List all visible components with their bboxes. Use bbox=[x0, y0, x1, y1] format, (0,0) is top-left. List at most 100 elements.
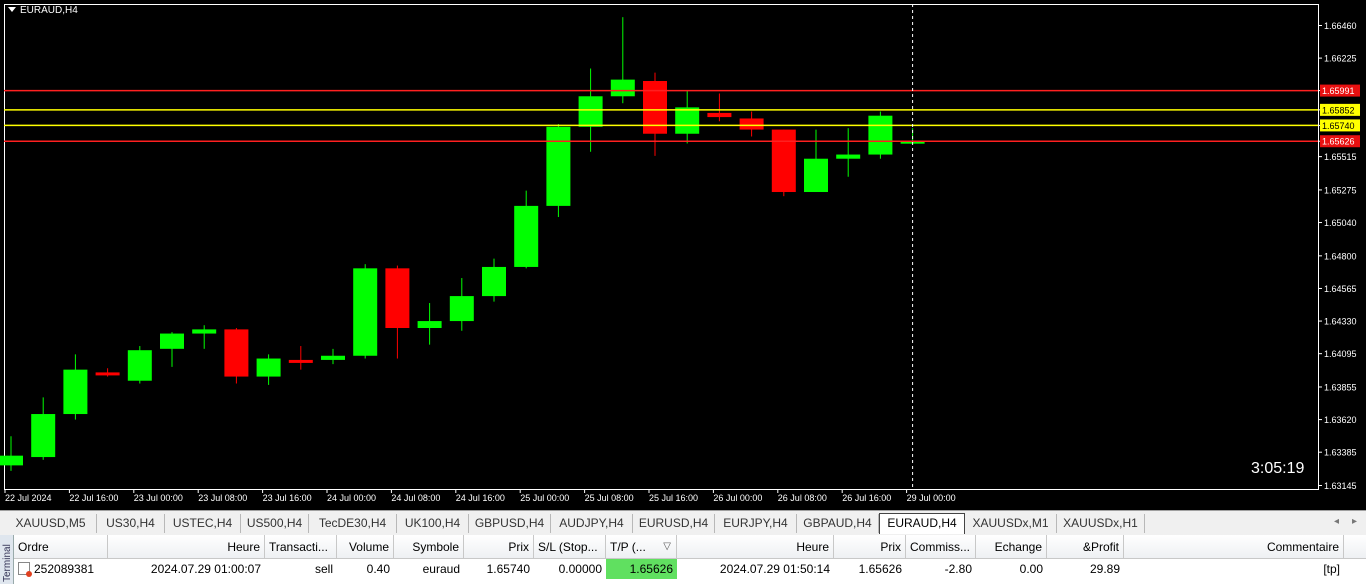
cell-commission: -2.80 bbox=[906, 559, 976, 579]
candle-bear bbox=[739, 118, 764, 130]
price-level-label: 1.65626 bbox=[1322, 137, 1355, 147]
x-tick-label: 26 Jul 00:00 bbox=[713, 493, 762, 503]
col-header-filler bbox=[1344, 535, 1366, 559]
y-tick-label: 1.64800 bbox=[1324, 251, 1357, 261]
x-tick-label: 23 Jul 08:00 bbox=[198, 493, 247, 503]
chart-tabs-bar: XAUUSD,M5 US30,H4 USTEC,H4 US500,H4 TecDE30,… bbox=[0, 510, 1366, 535]
col-header-heure[interactable]: Heure bbox=[108, 535, 265, 559]
cell-profit: 29.89 bbox=[1047, 559, 1124, 579]
candle-bull bbox=[546, 126, 571, 206]
x-tick-label: 29 Jul 00:00 bbox=[907, 493, 956, 503]
tab-eurjpy-h4[interactable]: EURJPY,H4 bbox=[715, 514, 797, 533]
candle-bull bbox=[192, 329, 217, 334]
tab-xauusdx-h1[interactable]: XAUUSDx,H1 bbox=[1057, 514, 1145, 533]
col-header-sl[interactable]: S/L (Stop... bbox=[534, 535, 606, 559]
tab-scroll-right-icon[interactable]: ▸ bbox=[1352, 516, 1357, 527]
x-tick-label: 26 Jul 08:00 bbox=[778, 493, 827, 503]
y-tick-label: 1.65515 bbox=[1324, 152, 1357, 162]
tab-xauusdx-m1[interactable]: XAUUSDx,M1 bbox=[965, 514, 1057, 533]
closed-order-icon bbox=[18, 562, 32, 577]
chart-title: EURAUD,H4 bbox=[8, 5, 78, 16]
cell-tp: 1.65626 bbox=[606, 559, 677, 579]
cell-echange: 0.00 bbox=[976, 559, 1047, 579]
sort-arrow-icon: ▽ bbox=[663, 541, 671, 552]
y-tick-label: 1.66460 bbox=[1324, 21, 1357, 31]
col-header-commentaire[interactable]: Commentaire bbox=[1124, 535, 1344, 559]
cell-commentaire: [tp] bbox=[1124, 559, 1344, 579]
tab-gbpusd-h4[interactable]: GBPUSD,H4 bbox=[469, 514, 551, 533]
candle-bull bbox=[353, 268, 378, 356]
x-tick-label: 24 Jul 16:00 bbox=[456, 493, 505, 503]
tab-euraud-h4[interactable]: EURAUD,H4 bbox=[879, 513, 965, 534]
cell-ordre: 252089381 bbox=[14, 559, 108, 579]
cell-sl: 0.00000 bbox=[534, 559, 606, 579]
x-tick-label: 24 Jul 00:00 bbox=[327, 493, 376, 503]
candle-bull bbox=[256, 358, 281, 377]
candle-bull bbox=[160, 333, 184, 349]
candle-bull bbox=[321, 355, 345, 360]
y-tick-label: 1.64095 bbox=[1324, 349, 1357, 359]
col-header-heure-close[interactable]: Heure bbox=[677, 535, 834, 559]
candle-bull bbox=[578, 96, 603, 127]
terminal-panel: Terminal Ordre Heure Transacti... Volume… bbox=[0, 535, 1366, 584]
chart-area[interactable]: 1.66460 1.66225 1.65515 1.65275 1.65040 1.648… bbox=[0, 0, 1366, 510]
cell-prix-close: 1.65626 bbox=[834, 559, 906, 579]
col-header-symbole[interactable]: Symbole bbox=[394, 535, 464, 559]
candle-bull bbox=[63, 369, 88, 415]
candle-bull bbox=[610, 79, 635, 97]
col-header-commission[interactable]: Commiss... bbox=[906, 535, 976, 559]
cell-heure-close: 2024.07.29 01:50:14 bbox=[677, 559, 834, 579]
x-tick-label: 26 Jul 16:00 bbox=[842, 493, 891, 503]
candle-bull bbox=[417, 321, 442, 329]
col-header-profit[interactable]: &Profit bbox=[1047, 535, 1124, 559]
col-header-tp[interactable]: T/P (... ▽ bbox=[606, 535, 677, 559]
terminal-side-label[interactable]: Terminal bbox=[0, 535, 14, 584]
candle-bull bbox=[31, 414, 56, 458]
tab-scroll-left-icon[interactable]: ◂ bbox=[1334, 516, 1339, 527]
cell-volume: 0.40 bbox=[337, 559, 394, 579]
tab-xauusd-m5[interactable]: XAUUSD,M5 bbox=[5, 514, 97, 533]
y-tick-label: 1.63385 bbox=[1324, 448, 1357, 458]
candle-bull bbox=[127, 350, 152, 381]
tab-uk100-h4[interactable]: UK100,H4 bbox=[397, 514, 469, 533]
tab-ustec-h4[interactable]: USTEC,H4 bbox=[165, 514, 241, 533]
candle-bear bbox=[95, 372, 120, 376]
col-header-volume[interactable]: Volume bbox=[337, 535, 394, 559]
price-level-label: 1.65852 bbox=[1322, 105, 1355, 115]
dropdown-triangle-icon[interactable] bbox=[8, 7, 16, 12]
candlestick-chart: 1.66460 1.66225 1.65515 1.65275 1.65040 1.648… bbox=[0, 4, 1360, 503]
tab-tecde30-h4[interactable]: TecDE30,H4 bbox=[309, 514, 397, 533]
candle-bull bbox=[514, 205, 539, 267]
candle-bull bbox=[675, 107, 700, 134]
col-header-echange[interactable]: Echange bbox=[976, 535, 1047, 559]
y-tick-label: 1.63855 bbox=[1324, 382, 1357, 392]
col-header-prix[interactable]: Prix bbox=[464, 535, 534, 559]
cell-heure: 2024.07.29 01:00:07 bbox=[108, 559, 265, 579]
x-tick-label: 25 Jul 08:00 bbox=[585, 493, 634, 503]
x-tick-label: 24 Jul 08:00 bbox=[391, 493, 440, 503]
candle-bear bbox=[707, 112, 732, 118]
y-tick-label: 1.65040 bbox=[1324, 218, 1357, 228]
candle-bear bbox=[385, 268, 410, 329]
tab-audjpy-h4[interactable]: AUDJPY,H4 bbox=[551, 514, 633, 533]
x-tick-label: 22 Jul 16:00 bbox=[69, 493, 118, 503]
col-header-ordre[interactable]: Ordre bbox=[14, 535, 108, 559]
x-tick-label: 25 Jul 16:00 bbox=[649, 493, 698, 503]
y-tick-label: 1.63145 bbox=[1324, 481, 1357, 491]
candle-bear bbox=[224, 329, 249, 377]
col-header-transaction[interactable]: Transacti... bbox=[265, 535, 337, 559]
tab-gbpaud-h4[interactable]: GBPAUD,H4 bbox=[797, 514, 879, 533]
candle-bull bbox=[836, 154, 861, 159]
y-tick-label: 1.64330 bbox=[1324, 317, 1357, 327]
candle-bull bbox=[804, 158, 828, 193]
cell-symbole: euraud bbox=[394, 559, 464, 579]
tab-us30-h4[interactable]: US30,H4 bbox=[97, 514, 165, 533]
tab-us500-h4[interactable]: US500,H4 bbox=[241, 514, 309, 533]
cell-prix: 1.65740 bbox=[464, 559, 534, 579]
col-header-prix-close[interactable]: Prix bbox=[834, 535, 906, 559]
candle-bull bbox=[868, 115, 893, 155]
tab-eurusd-h4[interactable]: EURUSD,H4 bbox=[633, 514, 715, 533]
y-tick-label: 1.66225 bbox=[1324, 54, 1357, 64]
candle-bull bbox=[0, 455, 23, 466]
price-level-label: 1.65740 bbox=[1322, 121, 1355, 131]
